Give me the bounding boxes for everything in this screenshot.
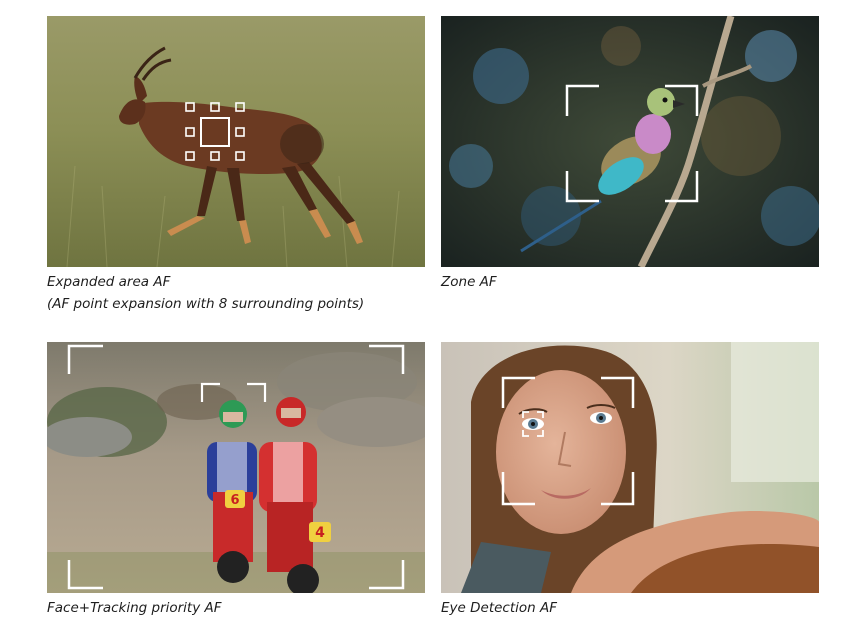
photo-eye-detection-af: [441, 342, 819, 593]
bike-number-right: 4: [315, 525, 325, 541]
caption-subtitle: (AF point expansion with 8 surrounding p…: [47, 296, 365, 312]
motocross-photo: 6 4: [47, 342, 425, 593]
caption-face-tracking-af: Face+Tracking priority AF: [47, 597, 222, 619]
bird-photo: [441, 16, 819, 267]
portrait-photo: [441, 342, 819, 593]
antelope-photo: [47, 16, 425, 267]
bike-number-left: 6: [230, 493, 239, 508]
caption-eye-detection-af: Eye Detection AF: [441, 597, 557, 619]
caption-title: Expanded area AF: [47, 274, 171, 290]
photo-face-tracking-af: 6 4: [47, 342, 425, 593]
photo-expanded-area-af: [47, 16, 425, 267]
photo-zone-af: [441, 16, 819, 267]
caption-title: Face+Tracking priority AF: [47, 600, 222, 616]
caption-zone-af: Zone AF: [441, 271, 497, 293]
caption-expanded-area-af: Expanded area AF (AF point expansion wit…: [47, 271, 364, 315]
caption-title: Eye Detection AF: [441, 600, 557, 616]
caption-title: Zone AF: [441, 274, 497, 290]
